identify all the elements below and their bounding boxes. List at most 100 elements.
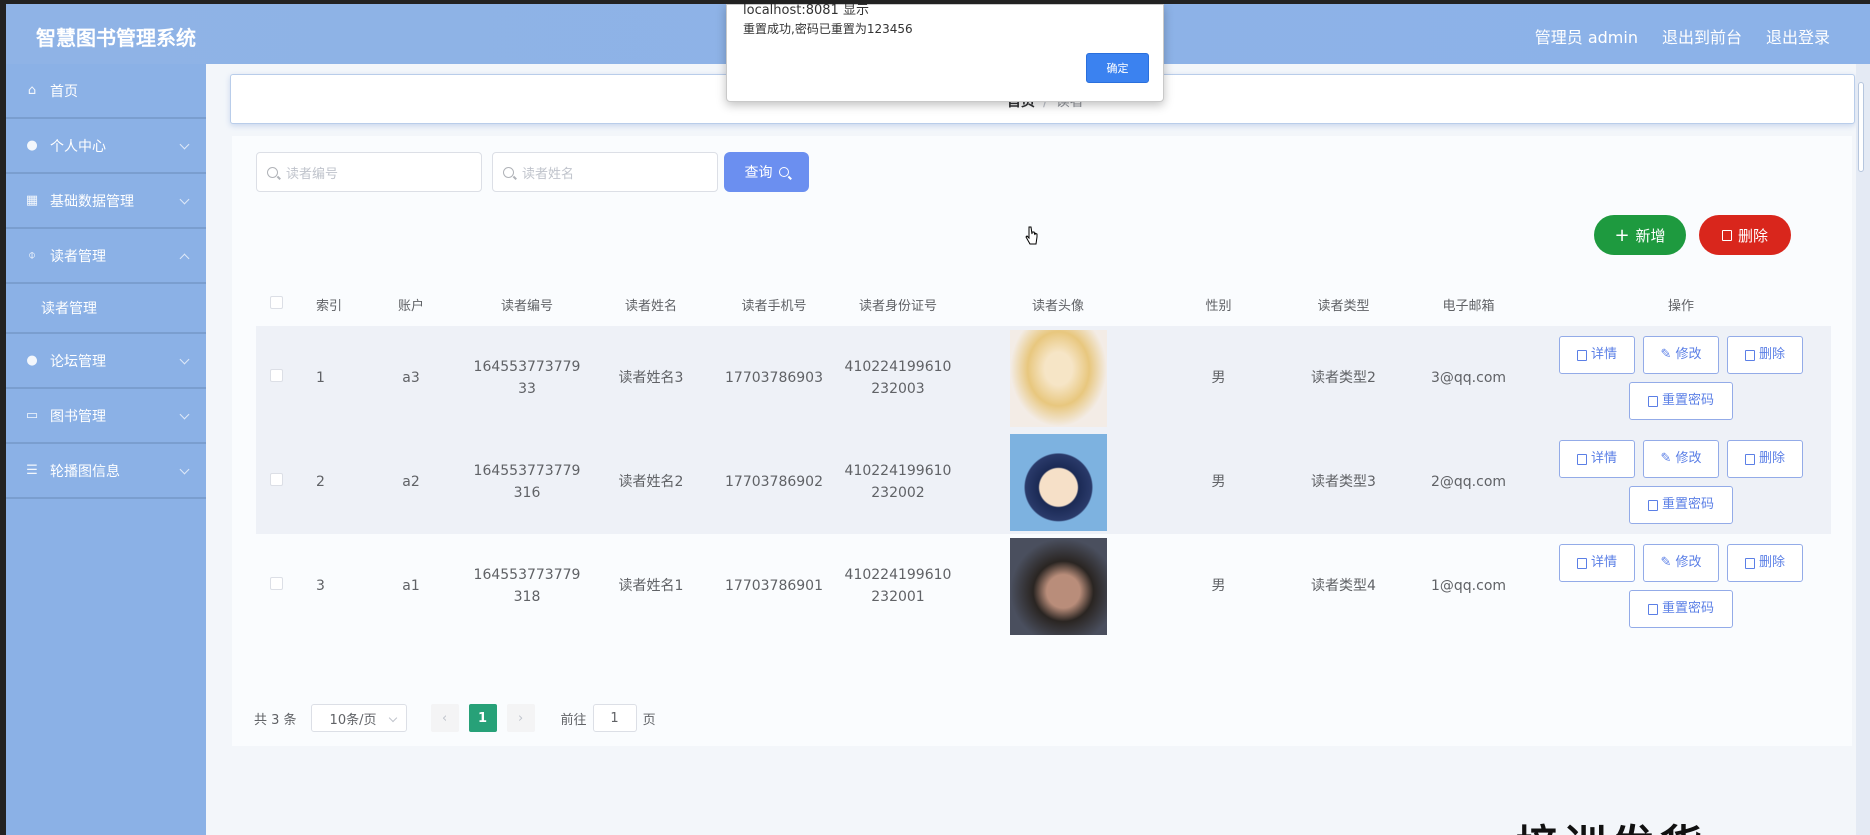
next-page-button[interactable]: ›: [506, 704, 535, 732]
table-header: 索引 账户 读者编号 读者姓名 读者手机号 读者身份证号 读者头像 性别 读者类…: [256, 284, 1831, 324]
admin-label[interactable]: 管理员 admin: [1535, 24, 1638, 48]
header-reader-no[interactable]: 读者编号: [464, 295, 590, 314]
cell-reader-no: 164553773779 318: [464, 564, 590, 608]
id-line1: 410224199610: [844, 567, 952, 583]
cell-actions: 详情 ✎ 修改 删除 重置密码: [1531, 440, 1831, 524]
chevron-down-icon: [179, 409, 190, 420]
detail-button[interactable]: 详情: [1559, 336, 1635, 374]
cell-account: a3: [402, 370, 420, 386]
app-frame: 智慧图书管理系统 管理员 admin 退出到前台 退出登录 ⌂ 首页 ● 个人中…: [6, 4, 1870, 835]
sidebar-item-basic-data[interactable]: ▦ 基础数据管理: [6, 174, 206, 229]
delete-label: 删除: [1758, 555, 1785, 570]
header-actions: 操作: [1667, 298, 1694, 314]
cell-email: 1@qq.com: [1430, 578, 1507, 594]
delete-button[interactable]: 删除: [1727, 336, 1803, 374]
reset-label: 重置密码: [1661, 497, 1714, 512]
avatar[interactable]: [1009, 329, 1107, 427]
query-button[interactable]: 查询: [724, 152, 809, 192]
reset-password-button[interactable]: 重置密码: [1629, 382, 1733, 420]
avatar[interactable]: [1009, 433, 1107, 531]
header-reader-type[interactable]: 读者类型: [1281, 295, 1406, 314]
detail-button[interactable]: 详情: [1559, 440, 1635, 478]
cell-index: 1: [316, 370, 325, 386]
edit-button[interactable]: ✎ 修改: [1643, 336, 1719, 374]
row-checkbox[interactable]: [256, 575, 296, 597]
cell-gender: 男: [1211, 578, 1226, 594]
delete-label: 删除: [1737, 226, 1768, 245]
plus-icon: +: [1614, 224, 1630, 246]
document-icon: [1647, 499, 1658, 511]
reset-label: 重置密码: [1661, 601, 1714, 616]
page-size-select[interactable]: 10条/页: [310, 704, 407, 732]
edit-button[interactable]: ✎ 修改: [1643, 440, 1719, 478]
cell-avatar: [960, 329, 1156, 427]
list-icon: ☰: [26, 463, 38, 478]
sidebar-item-carousel[interactable]: ☰ 轮播图信息: [6, 444, 206, 499]
sidebar-item-reader-management[interactable]: ⌽ 读者管理: [6, 229, 206, 284]
row-checkbox[interactable]: [256, 367, 296, 389]
sidebar-item-label: 论坛管理: [50, 353, 106, 370]
search-icon: [503, 166, 514, 178]
logout-link[interactable]: 退出登录: [1766, 24, 1830, 48]
pin-icon: ⌽: [28, 248, 36, 263]
sidebar-item-personal-center[interactable]: ● 个人中心: [6, 119, 206, 174]
sidebar-item-books[interactable]: ▭ 图书管理: [6, 389, 206, 444]
scrollbar-thumb[interactable]: [1858, 82, 1864, 172]
detail-label: 详情: [1590, 451, 1617, 466]
detail-button[interactable]: 详情: [1559, 544, 1635, 582]
cell-avatar: [960, 433, 1156, 531]
cell-reader-name: 读者姓名3: [618, 370, 684, 386]
reset-password-button[interactable]: 重置密码: [1629, 486, 1733, 524]
trash-icon: [1744, 453, 1755, 465]
id-line2: 232001: [871, 589, 925, 605]
cell-reader-no: 164553773779 316: [464, 460, 590, 504]
cell-account: a2: [402, 474, 420, 490]
header-id-card[interactable]: 读者身份证号: [836, 295, 960, 314]
reader-name-placeholder: 读者姓名: [522, 166, 575, 182]
header-index[interactable]: 索引: [296, 295, 358, 314]
header-gender[interactable]: 性别: [1156, 295, 1281, 314]
cell-gender: 男: [1211, 474, 1226, 490]
chevron-down-icon: [179, 354, 190, 365]
header-email[interactable]: 电子邮箱: [1406, 295, 1531, 314]
add-button[interactable]: + 新增: [1594, 215, 1686, 255]
goto-label: 前往: [560, 712, 587, 728]
edit-label: 修改: [1675, 347, 1702, 362]
select-all-checkbox[interactable]: [256, 295, 296, 313]
page-number-current[interactable]: 1: [468, 704, 497, 732]
pencil-icon: ✎: [1660, 555, 1672, 570]
header-phone[interactable]: 读者手机号: [712, 295, 836, 314]
sidebar-subitem-reader-management[interactable]: 读者管理: [6, 284, 206, 334]
cell-phone: 17703786902: [725, 474, 823, 490]
sidebar-item-label: 首页: [50, 83, 78, 100]
avatar[interactable]: [1009, 537, 1107, 635]
batch-delete-button[interactable]: 删除: [1699, 215, 1791, 255]
chevron-down-icon: [179, 464, 190, 475]
prev-page-button[interactable]: ‹: [430, 704, 459, 732]
pencil-icon: ✎: [1660, 451, 1672, 466]
reset-password-button[interactable]: 重置密码: [1629, 590, 1733, 628]
pagination: 共 3 条 10条/页 ‹ 1 › 前往 1 页: [254, 704, 656, 732]
reader-no-line2: 316: [513, 485, 541, 501]
header-account[interactable]: 账户: [358, 295, 464, 314]
trash-icon: [1744, 557, 1755, 569]
document-icon: [1576, 557, 1587, 569]
edit-button[interactable]: ✎ 修改: [1643, 544, 1719, 582]
page-size-value: 10条/页: [329, 712, 377, 728]
header-reader-name[interactable]: 读者姓名: [590, 295, 712, 314]
dialog-ok-button[interactable]: 确定: [1086, 53, 1149, 83]
header-avatar[interactable]: 读者头像: [960, 295, 1156, 314]
goto-page-input[interactable]: 1: [592, 704, 637, 732]
cell-reader-type: 读者类型4: [1311, 578, 1376, 594]
reader-no-search-input[interactable]: 读者编号: [256, 152, 482, 192]
delete-button[interactable]: 删除: [1727, 440, 1803, 478]
document-icon: [1647, 395, 1658, 407]
row-checkbox[interactable]: [256, 471, 296, 493]
sidebar-item-home[interactable]: ⌂ 首页: [6, 64, 206, 119]
reader-name-search-input[interactable]: 读者姓名: [492, 152, 718, 192]
cell-index: 3: [316, 578, 325, 594]
exit-to-front-link[interactable]: 退出到前台: [1662, 24, 1742, 48]
sidebar-item-forum[interactable]: ● 论坛管理: [6, 334, 206, 389]
sidebar-item-label: 读者管理: [41, 301, 97, 317]
delete-button[interactable]: 删除: [1727, 544, 1803, 582]
